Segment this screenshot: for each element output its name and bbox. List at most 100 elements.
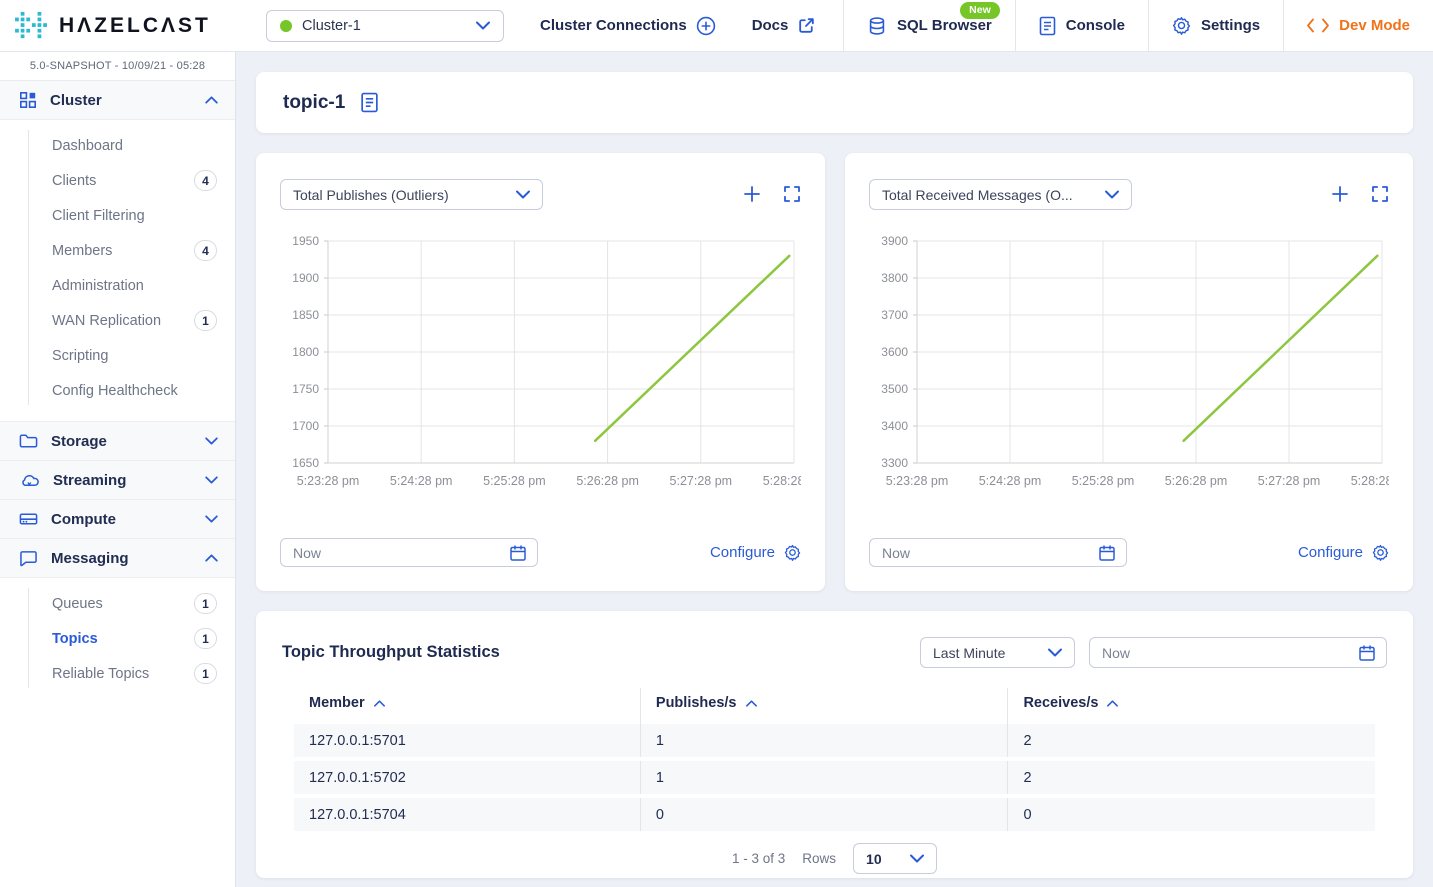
time-picker-input[interactable]: Now [280,538,538,567]
sidebar-item-clients[interactable]: Clients 4 [0,163,235,198]
sidebar-section-messaging-label: Messaging [51,550,129,567]
chevron-down-icon [516,190,530,199]
member-cell: 127.0.0.1:5704 [294,798,640,831]
configure-link[interactable]: Configure [1298,544,1389,561]
calendar-icon [1358,644,1376,662]
cluster-connections-button[interactable]: Cluster Connections [540,16,716,36]
member-cell: 127.0.0.1:5702 [294,761,640,794]
cluster-connections-label: Cluster Connections [540,17,687,34]
add-chart-icon[interactable] [1330,184,1350,204]
chevron-down-icon [205,437,218,445]
sidebar-section-streaming-label: Streaming [53,472,126,489]
cloud-streaming-icon [19,472,40,488]
chat-bubble-icon [19,550,38,567]
dev-mode-label: Dev Mode [1339,17,1410,34]
console-button[interactable]: Console [1015,0,1148,51]
table-title: Topic Throughput Statistics [282,643,500,662]
brand-wordmark: HΛZELCΛST [59,14,211,38]
sidebar-section-storage[interactable]: Storage [0,422,235,461]
svg-text:3900: 3900 [881,235,908,248]
settings-button[interactable]: Settings [1148,0,1283,51]
sidebar-item-members[interactable]: Members 4 [0,233,235,268]
time-picker-input[interactable]: Now [1089,637,1387,668]
svg-text:3700: 3700 [881,308,908,322]
sidebar-section-streaming[interactable]: Streaming [0,461,235,500]
sidebar-item-topics[interactable]: Topics 1 [0,621,235,656]
cluster-status-dot [280,20,292,32]
time-range-select[interactable]: Last Minute [920,637,1075,668]
publishes-cell: 0 [640,798,1008,831]
charts-row: Total Publishes (Outliers) 1650170017501… [256,153,1413,591]
svg-text:5:24:28 pm: 5:24:28 pm [390,474,453,488]
count-badge: 1 [194,663,217,684]
time-picker-input[interactable]: Now [869,538,1127,567]
sort-asc-icon [1107,700,1118,707]
hazelcast-logo-icon [13,11,49,41]
svg-text:5:27:28 pm: 5:27:28 pm [1258,474,1321,488]
column-header-member[interactable]: Member [294,688,640,724]
rows-per-page-label: Rows [802,851,836,866]
count-badge: 1 [194,310,217,331]
svg-text:5:25:28 pm: 5:25:28 pm [483,474,546,488]
sidebar-item-wan-replication[interactable]: WAN Replication 1 [0,303,235,338]
cluster-selector-dropdown[interactable]: Cluster-1 [266,10,504,42]
topic-doc-icon[interactable] [360,92,379,113]
chevron-down-icon [476,21,490,30]
sidebar-item-reliable-topics[interactable]: Reliable Topics 1 [0,656,235,691]
dev-mode-button[interactable]: Dev Mode [1283,0,1433,51]
pagination: 1 - 3 of 3 Rows 10 [282,843,1387,874]
metric-select-publishes[interactable]: Total Publishes (Outliers) [280,179,543,210]
gear-icon [784,544,801,561]
sidebar-item-administration[interactable]: Administration [0,268,235,303]
cluster-sub-menu: Dashboard Clients 4 Client Filtering Mem… [0,120,235,422]
add-chart-icon[interactable] [742,184,762,204]
fullscreen-icon[interactable] [1371,185,1389,203]
metric-select-received[interactable]: Total Received Messages (O... [869,179,1132,210]
publishes-chart-card: Total Publishes (Outliers) 1650170017501… [256,153,825,591]
cluster-selector-value: Cluster-1 [302,18,361,34]
svg-text:5:28:28 pm: 5:28:28 pm [1351,474,1389,488]
main-content: topic-1 Total Publishes (Outliers) [236,52,1433,887]
receives-cell: 2 [1007,724,1375,757]
indent-guide-line [28,588,29,688]
throughput-stats-card: Topic Throughput Statistics Last Minute … [256,611,1413,878]
svg-text:5:23:28 pm: 5:23:28 pm [886,474,949,488]
docs-link[interactable]: Docs [752,16,817,35]
chevron-down-icon [910,854,924,863]
sidebar-item-scripting[interactable]: Scripting [0,338,235,373]
svg-text:3800: 3800 [881,271,908,285]
sidebar-item-client-filtering[interactable]: Client Filtering [0,198,235,233]
column-header-publishes[interactable]: Publishes/s [640,688,1008,724]
column-header-receives[interactable]: Receives/s [1007,688,1375,724]
fullscreen-icon[interactable] [783,185,801,203]
sidebar-section-storage-label: Storage [51,433,107,450]
publishes-cell: 1 [640,724,1008,757]
svg-text:1850: 1850 [292,308,319,322]
member-cell: 127.0.0.1:5701 [294,724,640,757]
svg-text:1950: 1950 [292,235,319,248]
sidebar-item-queues[interactable]: Queues 1 [0,586,235,621]
publishes-line-chart: 16501700175018001850190019505:23:28 pm5:… [280,235,801,493]
rows-per-page-select[interactable]: 10 [853,843,937,874]
received-messages-line-chart: 33003400350036003700380039005:23:28 pm5:… [869,235,1389,493]
receives-cell: 0 [1007,798,1375,831]
chevron-down-icon [205,476,218,484]
sql-browser-button[interactable]: New SQL Browser [843,0,1015,51]
svg-text:3600: 3600 [881,345,908,359]
svg-text:1800: 1800 [292,345,319,359]
sidebar-section-messaging[interactable]: Messaging [0,539,235,578]
sidebar-section-compute[interactable]: Compute [0,500,235,539]
svg-text:1750: 1750 [292,382,319,396]
pagination-range: 1 - 3 of 3 [732,851,785,866]
table-row: 127.0.0.1:5704 0 0 [294,798,1375,831]
sidebar-section-cluster[interactable]: Cluster [0,81,235,120]
svg-text:3500: 3500 [881,382,908,396]
sidebar-item-dashboard[interactable]: Dashboard [0,128,235,163]
gear-icon [1172,16,1191,35]
plus-circle-icon [696,16,716,36]
svg-text:5:28:28 pm: 5:28:28 pm [763,474,801,488]
sidebar-item-config-healthcheck[interactable]: Config Healthcheck [0,373,235,408]
count-badge: 4 [194,240,217,261]
configure-link[interactable]: Configure [710,544,801,561]
gear-icon [1372,544,1389,561]
